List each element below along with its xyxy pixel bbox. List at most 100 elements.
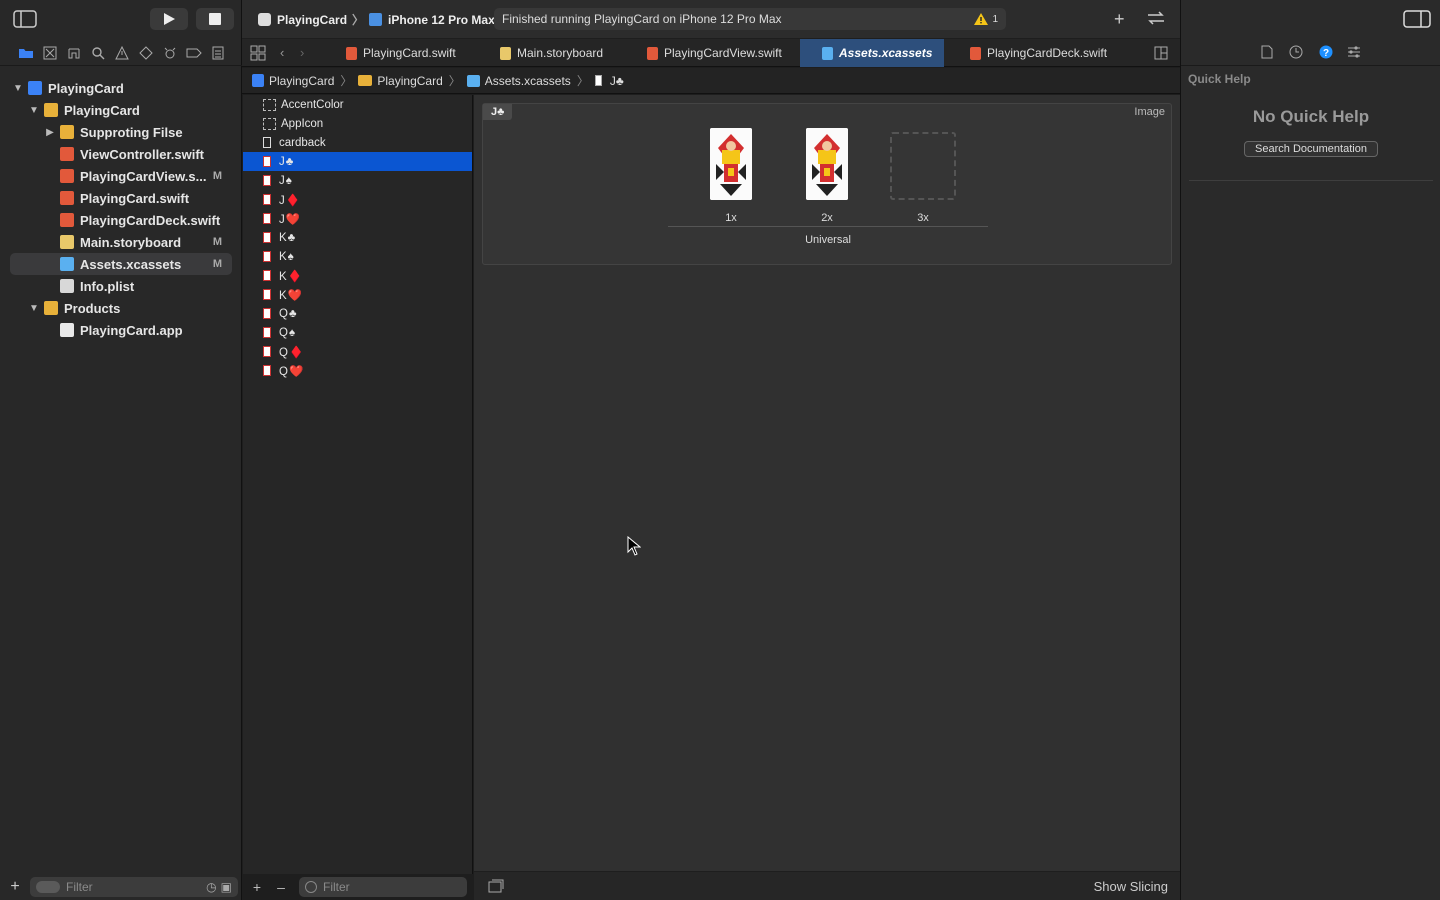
asset-catalog-icon bbox=[466, 74, 480, 87]
inspector-divider bbox=[1189, 180, 1433, 181]
source-control-icon[interactable] bbox=[38, 42, 62, 64]
nav-bottom-bar: + Filter ◷ ▣ bbox=[0, 874, 242, 900]
asset-item[interactable]: J❤️ bbox=[243, 209, 472, 228]
asset-filter-field[interactable]: Filter bbox=[299, 877, 467, 897]
asset-item[interactable]: AppIcon bbox=[243, 114, 472, 133]
asset-item[interactable]: Q♠ bbox=[243, 323, 472, 342]
tree-item[interactable]: Main.storyboard M bbox=[0, 231, 242, 253]
swift-file-icon bbox=[60, 191, 74, 205]
quick-help-icon[interactable]: ? bbox=[1319, 45, 1333, 59]
breadcrumb-imageset[interactable]: J♣ bbox=[594, 73, 624, 88]
slot-3x[interactable]: 3x bbox=[890, 128, 956, 224]
inspector-toggle-icon[interactable] bbox=[1403, 10, 1431, 28]
asset-item-label: Q❤️ bbox=[279, 365, 305, 378]
stop-button[interactable] bbox=[196, 8, 234, 30]
app-icon bbox=[60, 323, 74, 337]
search-icon[interactable] bbox=[86, 42, 110, 64]
asset-item[interactable]: Q♦️ bbox=[243, 342, 472, 361]
add-asset-icon[interactable]: + bbox=[243, 879, 271, 895]
forward-icon[interactable]: › bbox=[300, 45, 304, 60]
tree-item[interactable]: ▼ PlayingCard bbox=[0, 77, 242, 99]
breakpoint-icon[interactable] bbox=[182, 42, 206, 64]
tree-item-label: Products bbox=[64, 300, 121, 316]
add-icon[interactable]: + bbox=[0, 878, 30, 896]
scm-filter-icon[interactable]: ▣ bbox=[221, 880, 232, 894]
project-navigator: ▼ PlayingCard ▼ PlayingCard ▶ Supproting Fils… bbox=[0, 0, 242, 900]
card-image-icon bbox=[263, 213, 271, 224]
folder-icon[interactable] bbox=[14, 42, 38, 64]
run-button[interactable] bbox=[150, 8, 188, 30]
breadcrumb-assets[interactable]: Assets.xcassets bbox=[466, 74, 571, 88]
test-icon[interactable] bbox=[134, 42, 158, 64]
report-icon[interactable] bbox=[206, 42, 230, 64]
issue-icon[interactable] bbox=[110, 42, 134, 64]
back-icon[interactable]: ‹ bbox=[280, 45, 284, 60]
tree-item-label: PlayingCard.swift bbox=[80, 190, 190, 206]
asset-item[interactable]: J♣ bbox=[243, 152, 472, 171]
disclosure-triangle-icon[interactable]: ▶ bbox=[44, 127, 56, 138]
asset-item[interactable]: K♣ bbox=[243, 228, 472, 247]
disclosure-triangle-icon[interactable]: ▼ bbox=[28, 303, 40, 314]
navigator-filter-field[interactable]: Filter ◷ ▣ bbox=[30, 877, 238, 897]
attributes-inspector-icon[interactable] bbox=[1347, 45, 1361, 59]
tree-item[interactable]: ViewController.swift bbox=[0, 143, 242, 165]
search-documentation-button[interactable]: Search Documentation bbox=[1244, 141, 1378, 157]
inspector-title: Quick Help bbox=[1188, 72, 1251, 86]
tree-item[interactable]: PlayingCard.app bbox=[0, 319, 242, 341]
asset-item[interactable]: K♦️ bbox=[243, 266, 472, 285]
scheme-selector[interactable]: PlayingCard 〉 iPhone 12 Pro Max bbox=[258, 11, 495, 28]
debug-icon[interactable] bbox=[158, 42, 182, 64]
tree-item[interactable]: ▼ Products bbox=[0, 297, 242, 319]
breadcrumb-group[interactable]: PlayingCard bbox=[358, 74, 443, 88]
disclosure-triangle-icon[interactable]: ▼ bbox=[12, 83, 24, 94]
asset-item[interactable]: cardback bbox=[243, 133, 472, 152]
library-add-icon[interactable]: + bbox=[1114, 10, 1125, 28]
asset-item-label: J♠ bbox=[279, 174, 293, 187]
jack-card-image bbox=[806, 128, 848, 200]
status-text: Finished running PlayingCard on iPhone 1… bbox=[502, 12, 782, 26]
device-icon bbox=[369, 13, 383, 26]
tree-item[interactable]: PlayingCardView.s... M bbox=[0, 165, 242, 187]
asset-item[interactable]: AccentColor bbox=[243, 95, 472, 114]
file-tree: ▼ PlayingCard ▼ PlayingCard ▶ Supproting Fils… bbox=[0, 77, 242, 341]
file-inspector-icon[interactable] bbox=[1261, 45, 1273, 59]
breadcrumb-label: PlayingCard bbox=[269, 73, 335, 88]
scm-status-badge: M bbox=[212, 258, 222, 270]
sidebar-toggle-icon[interactable] bbox=[12, 8, 38, 30]
remove-asset-icon[interactable]: – bbox=[271, 879, 291, 895]
tab-playingcarddeck-swift[interactable]: PlayingCardDeck.swift bbox=[966, 39, 1116, 67]
breadcrumb-label: J♣ bbox=[609, 73, 624, 88]
recent-files-icon[interactable]: ◷ bbox=[206, 880, 216, 894]
tree-item[interactable]: Info.plist bbox=[0, 275, 242, 297]
symbol-icon[interactable] bbox=[62, 42, 86, 64]
tab-playingcard-swift[interactable]: PlayingCard.swift bbox=[342, 39, 482, 67]
tree-item[interactable]: ▶ Supproting Filse bbox=[0, 121, 242, 143]
tree-item[interactable]: ▼ PlayingCard bbox=[0, 99, 242, 121]
split-editor-icon[interactable] bbox=[1154, 46, 1168, 60]
disclosure-triangle-icon[interactable]: ▼ bbox=[28, 105, 40, 116]
asset-item[interactable]: K♠ bbox=[243, 247, 472, 266]
slot-2x[interactable]: 2x bbox=[797, 128, 857, 224]
show-slicing-button[interactable]: Show Slicing bbox=[1094, 879, 1168, 894]
tab-assets-xcassets[interactable]: Assets.xcassets bbox=[800, 39, 944, 67]
related-items-icon[interactable] bbox=[250, 45, 266, 61]
asset-item[interactable]: K❤️ bbox=[243, 285, 472, 304]
group-label: Universal bbox=[805, 234, 851, 246]
history-inspector-icon[interactable] bbox=[1289, 45, 1303, 59]
breadcrumb-project[interactable]: PlayingCard bbox=[252, 74, 334, 88]
attributes-toggle-icon[interactable] bbox=[488, 879, 504, 893]
warning-indicator[interactable]: 1 bbox=[974, 13, 998, 25]
tree-item[interactable]: PlayingCardDeck.swift bbox=[0, 209, 242, 231]
jack-card-image bbox=[710, 128, 752, 200]
tree-item[interactable]: PlayingCard.swift bbox=[0, 187, 242, 209]
asset-item[interactable]: Q❤️ bbox=[243, 361, 472, 380]
tree-item[interactable]: Assets.xcassets M bbox=[10, 253, 232, 275]
tab-main-storyboard[interactable]: Main.storyboard bbox=[496, 39, 624, 67]
tab-playingcardview-swift[interactable]: PlayingCardView.swift bbox=[643, 39, 799, 67]
code-review-icon[interactable] bbox=[1146, 11, 1166, 25]
asset-item[interactable]: J♠ bbox=[243, 171, 472, 190]
asset-item[interactable]: Q♣ bbox=[243, 304, 472, 323]
slot-1x[interactable]: 1x bbox=[701, 128, 761, 224]
asset-catalog-icon bbox=[60, 257, 74, 271]
asset-item[interactable]: J♦️ bbox=[243, 190, 472, 209]
